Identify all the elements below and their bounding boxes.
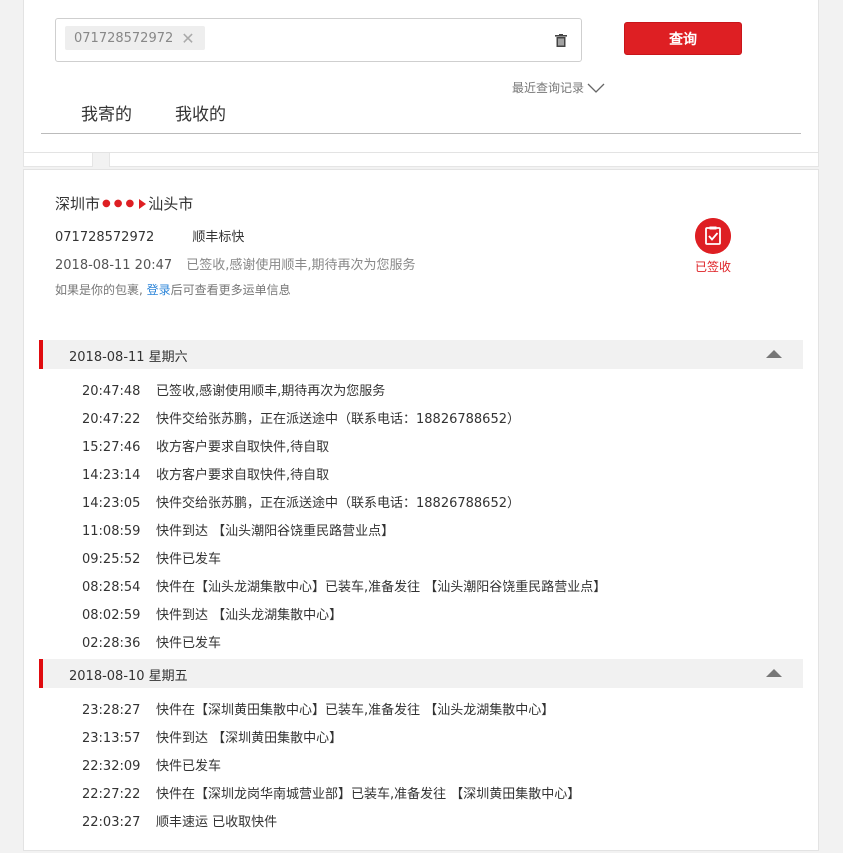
row-text: 快件已发车 (156, 552, 222, 567)
service-type: 顺丰标快 (192, 230, 245, 245)
row-time: 23:13:57 (82, 731, 141, 746)
row-time: 20:47:22 (82, 412, 141, 427)
timeline-row: 23:28:27 快件在【深圳黄田集散中心】已装车,准备发往 【汕头龙湖集散中心】 (82, 699, 554, 718)
search-input[interactable]: 071728572972 ✕ (55, 18, 582, 62)
route-arrow-icon (139, 198, 147, 209)
row-time: 23:28:27 (82, 703, 141, 718)
timeline-row: 14:23:05 快件交给张苏鹏，正在派送途中（联系电话：18826788652） (82, 492, 520, 511)
recent-queries-label: 最近查询记录 (512, 81, 585, 95)
row-text: 收方客户要求自取快件,待自取 (156, 440, 330, 455)
route-origin: 深圳市 (55, 195, 101, 213)
day-label: 2018-08-11 星期六 (69, 350, 188, 365)
latest-status-line: 2018-08-11 20:47 已签收,感谢使用顺丰,期待再次为您服务 (55, 254, 416, 273)
timeline-row: 22:03:27 顺丰速运 已收取快件 (82, 811, 277, 830)
trash-icon[interactable] (555, 34, 567, 47)
signed-clipboard-icon (695, 218, 731, 254)
timeline-row: 02:28:36 快件已发车 (82, 632, 221, 651)
row-time: 14:23:05 (82, 496, 141, 511)
row-time: 08:28:54 (82, 580, 141, 595)
timeline-row: 14:23:14 收方客户要求自取快件,待自取 (82, 464, 329, 483)
collapse-caret-icon[interactable] (766, 350, 782, 358)
timeline-row: 15:27:46 收方客户要求自取快件,待自取 (82, 436, 329, 455)
login-hint: 如果是你的包裹, 登录后可查看更多运单信息 (55, 281, 291, 298)
recent-queries-toggle[interactable]: 最近查询记录 (512, 79, 605, 96)
row-text: 快件在【深圳龙岗华南城营业部】已装车,准备发往 【深圳黄田集散中心】 (156, 787, 581, 802)
row-text: 顺丰速运 已收取快件 (156, 815, 278, 830)
row-text: 快件已发车 (156, 636, 222, 651)
tab-sent[interactable]: 我寄的 (81, 100, 132, 125)
row-text: 快件到达 【汕头潮阳谷饶重民路营业点】 (156, 524, 395, 539)
timeline-row: 22:27:22 快件在【深圳龙岗华南城营业部】已装车,准备发往 【深圳黄田集散中… (82, 783, 580, 802)
login-link[interactable]: 登录 (147, 283, 171, 297)
row-time: 09:25:52 (82, 552, 141, 567)
search-tag-text: 071728572972 (74, 30, 174, 46)
row-text: 快件到达 【深圳黄田集散中心】 (156, 731, 343, 746)
timeline-row: 22:32:09 快件已发车 (82, 755, 221, 774)
row-text: 快件在【深圳黄田集散中心】已装车,准备发往 【汕头龙湖集散中心】 (156, 703, 555, 718)
day-label: 2018-08-10 星期五 (69, 669, 188, 684)
row-text: 快件在【汕头龙湖集散中心】已装车,准备发往 【汕头潮阳谷饶重民路营业点】 (156, 580, 607, 595)
row-text: 快件到达 【汕头龙湖集散中心】 (156, 608, 343, 623)
search-panel: 071728572972 ✕ 查询 最近查询记录 我寄的 我收的 (23, 0, 819, 153)
day-header[interactable]: 2018-08-11 星期六 (39, 340, 803, 369)
search-tag: 071728572972 ✕ (65, 26, 205, 50)
waybill-line: 071728572972 顺丰标快 (55, 226, 244, 245)
timeline-row: 20:47:48 已签收,感谢使用顺丰,期待再次为您服务 (82, 380, 385, 399)
login-hint-post: 后可查看更多运单信息 (170, 283, 291, 297)
tab-divider (41, 133, 801, 134)
timeline-row: 08:28:54 快件在【汕头龙湖集散中心】已装车,准备发往 【汕头潮阳谷饶重民路… (82, 576, 606, 595)
tab-received[interactable]: 我收的 (175, 100, 226, 125)
timeline-row: 09:25:52 快件已发车 (82, 548, 221, 567)
row-time: 22:32:09 (82, 759, 141, 774)
row-time: 22:03:27 (82, 815, 141, 830)
timeline-row: 11:08:59 快件到达 【汕头潮阳谷饶重民路营业点】 (82, 520, 394, 539)
route-destination: 汕头市 (148, 195, 194, 213)
day-header[interactable]: 2018-08-10 星期五 (39, 659, 803, 688)
row-time: 14:23:14 (82, 468, 141, 483)
decorative-strip (23, 153, 819, 169)
row-text: 收方客户要求自取快件,待自取 (156, 468, 330, 483)
latest-time: 2018-08-11 20:47 (55, 258, 173, 273)
row-time: 11:08:59 (82, 524, 141, 539)
latest-status: 已签收,感谢使用顺丰,期待再次为您服务 (186, 258, 416, 273)
route: 深圳市 ●●● 汕头市 (55, 193, 193, 214)
row-time: 20:47:48 (82, 384, 141, 399)
timeline-row: 23:13:57 快件到达 【深圳黄田集散中心】 (82, 727, 342, 746)
row-time: 02:28:36 (82, 636, 141, 651)
row-time: 15:27:46 (82, 440, 141, 455)
row-text: 快件交给张苏鹏，正在派送途中（联系电话：18826788652） (156, 412, 520, 427)
signed-badge: 已签收 (695, 260, 732, 274)
timeline-row: 20:47:22 快件交给张苏鹏，正在派送途中（联系电话：18826788652） (82, 408, 520, 427)
row-text: 快件已发车 (156, 759, 222, 774)
login-hint-pre: 如果是你的包裹, (55, 283, 143, 297)
query-button[interactable]: 查询 (624, 22, 742, 55)
remove-tag-icon[interactable]: ✕ (181, 29, 194, 48)
collapse-caret-icon[interactable] (766, 669, 782, 677)
row-text: 已签收,感谢使用顺丰,期待再次为您服务 (156, 384, 386, 399)
route-dots: ●●● (102, 198, 138, 209)
row-time: 08:02:59 (82, 608, 141, 623)
row-text: 快件交给张苏鹏，正在派送途中（联系电话：18826788652） (156, 496, 520, 511)
waybill-number: 071728572972 (55, 230, 155, 245)
timeline-row: 08:02:59 快件到达 【汕头龙湖集散中心】 (82, 604, 342, 623)
row-time: 22:27:22 (82, 787, 141, 802)
chevron-down-icon (587, 83, 605, 93)
